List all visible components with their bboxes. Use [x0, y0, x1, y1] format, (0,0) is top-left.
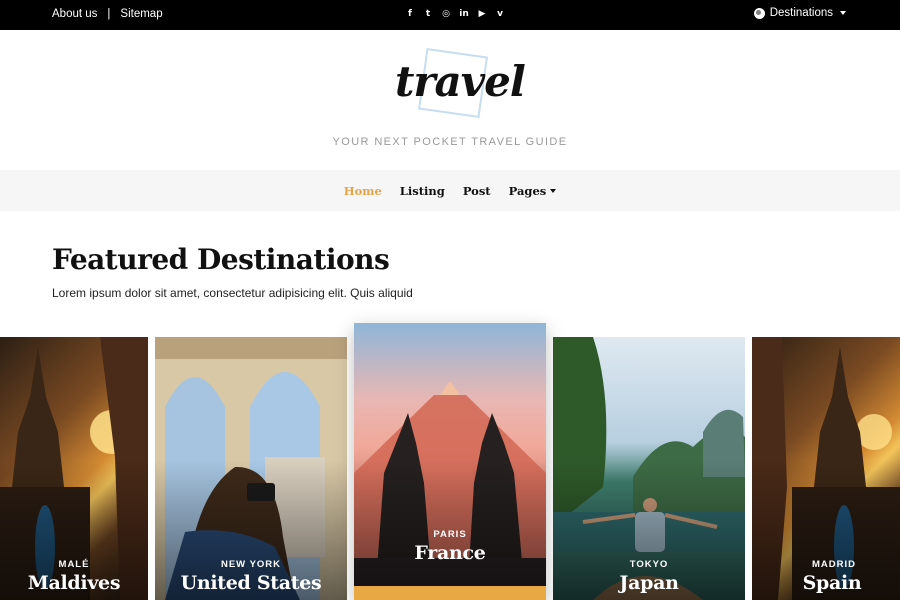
destination-card-united-states[interactable]: NEW YORK United States: [155, 337, 347, 600]
destinations-dropdown[interactable]: Destinations: [753, 7, 846, 19]
top-links: About us | Sitemap: [52, 8, 163, 20]
site-tagline: YOUR NEXT POCKET TRAVEL GUIDE: [332, 136, 568, 148]
top-bar: About us | Sitemap f t ◎ in ▶ v Destinat…: [0, 0, 900, 30]
card-city: MALÉ: [58, 559, 90, 570]
section-subtitle: Lorem ipsum dolor sit amet, consectetur …: [52, 286, 413, 300]
top-link-separator: |: [107, 8, 111, 20]
chevron-down-icon: [840, 11, 846, 15]
nav-item-pages[interactable]: Pages: [509, 184, 557, 198]
destination-card-france[interactable]: PARIS France: [354, 323, 546, 600]
youtube-icon[interactable]: ▶: [477, 8, 487, 19]
globe-icon: [753, 7, 765, 19]
card-city: PARIS: [433, 529, 467, 540]
card-country: Japan: [619, 572, 679, 594]
card-city: MADRID: [812, 559, 856, 570]
nav-item-home[interactable]: Home: [344, 184, 382, 198]
main-nav: Home Listing Post Pages: [0, 170, 900, 211]
nav-item-listing[interactable]: Listing: [400, 184, 445, 198]
vimeo-icon[interactable]: v: [495, 8, 505, 19]
card-accent-bar: [354, 586, 546, 600]
card-city: NEW YORK: [220, 559, 282, 570]
card-city: TOKYO: [629, 559, 669, 570]
facebook-icon[interactable]: f: [405, 8, 415, 19]
card-country: Spain: [802, 572, 862, 594]
destination-card-maldives[interactable]: MALÉ Maldives: [0, 337, 148, 600]
card-country: Maldives: [27, 572, 121, 594]
section-title: Featured Destinations: [52, 243, 390, 276]
destination-card-japan[interactable]: TOKYO Japan: [553, 337, 745, 600]
site-logo[interactable]: travel: [395, 57, 526, 106]
linkedin-icon[interactable]: in: [459, 8, 469, 19]
twitter-icon[interactable]: t: [423, 8, 433, 19]
instagram-icon[interactable]: ◎: [441, 8, 451, 19]
nav-item-post[interactable]: Post: [463, 184, 491, 198]
site-header: travel YOUR NEXT POCKET TRAVEL GUIDE: [0, 30, 900, 170]
destination-card-spain[interactable]: MADRID Spain: [752, 337, 900, 600]
card-country: United States: [180, 572, 322, 594]
card-country: France: [414, 542, 486, 564]
sitemap-link[interactable]: Sitemap: [120, 8, 162, 20]
destinations-label: Destinations: [769, 7, 833, 19]
social-links: f t ◎ in ▶ v: [405, 8, 505, 19]
about-us-link[interactable]: About us: [52, 8, 97, 20]
chevron-down-icon: [550, 188, 557, 193]
